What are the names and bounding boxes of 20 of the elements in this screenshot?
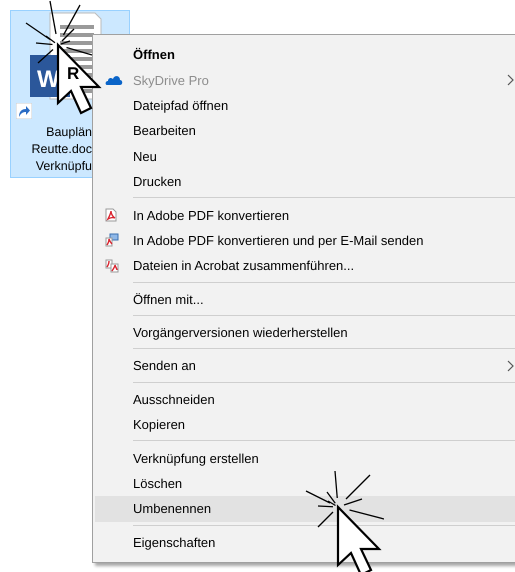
file-name-text: Verknüpfu: [36, 158, 92, 175]
menu-item[interactable]: Löschen: [95, 470, 515, 496]
menu-item[interactable]: Eigenschaften: [95, 530, 515, 556]
menu-item[interactable]: Senden an: [95, 353, 515, 379]
menu-item[interactable]: In Adobe PDF konvertieren und per E-Mail senden: [95, 228, 515, 254]
menu-item[interactable]: In Adobe PDF konvertieren: [95, 202, 515, 228]
menu-item[interactable]: Ausschneiden: [95, 386, 515, 412]
menu-item[interactable]: Umbenennen: [95, 496, 515, 522]
menu-item[interactable]: Vorgängerversionen wiederherstellen: [95, 320, 515, 346]
pdf-icon: [105, 208, 117, 222]
file-name-text: Reutte.doc: [32, 141, 92, 158]
menu-item[interactable]: Verknüpfung erstellen: [95, 445, 515, 471]
menu-item[interactable]: Öffnen mit...: [95, 286, 515, 312]
pdf-mail-icon: [105, 233, 119, 248]
menu-item[interactable]: Kopieren: [95, 412, 515, 438]
click-label: R: [67, 65, 80, 83]
pdf-combine-icon: [105, 258, 119, 273]
cloud-icon: [105, 74, 123, 86]
file-name-text: Bauplän: [46, 124, 92, 141]
menu-item[interactable]: Dateien in Acrobat zusammenführen...: [95, 253, 515, 279]
